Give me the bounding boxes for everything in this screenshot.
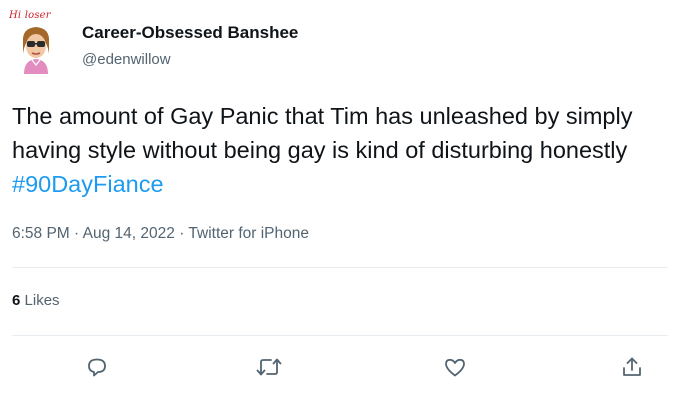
avatar[interactable]: Hi loser — [6, 10, 68, 76]
likes-number: 6 — [12, 292, 21, 309]
share-icon — [623, 357, 641, 376]
retweet-icon — [256, 358, 282, 376]
tweet-meta: 6:58 PM · Aug 14, 2022 · Twitter for iPh… — [12, 225, 309, 243]
divider — [12, 335, 668, 336]
heart-icon — [445, 358, 465, 377]
tweet-date[interactable]: Aug 14, 2022 — [83, 225, 175, 242]
retweet-button[interactable] — [254, 352, 284, 382]
tweet-card: Hi loser Career-Obsessed Banshee @edenwi… — [0, 0, 680, 400]
divider — [12, 267, 668, 268]
meta-separator: · — [174, 225, 189, 242]
reply-button[interactable] — [82, 352, 112, 382]
tweet-text: The amount of Gay Panic that Tim has unl… — [12, 99, 680, 201]
tweet-source[interactable]: Twitter for iPhone — [188, 225, 309, 242]
bitmoji-avatar-icon — [22, 27, 50, 74]
display-name[interactable]: Career-Obsessed Banshee — [82, 23, 298, 43]
meta-separator: · — [69, 225, 83, 242]
hashtag-link[interactable]: #90DayFiance — [12, 171, 164, 197]
reply-icon — [88, 358, 106, 377]
avatar-caption: Hi loser — [9, 10, 51, 21]
user-handle[interactable]: @edenwillow — [82, 51, 171, 68]
like-button[interactable] — [440, 352, 470, 382]
likes-label: Likes — [24, 292, 60, 309]
likes-count[interactable]: 6 Likes — [12, 292, 60, 309]
tweet-body: The amount of Gay Panic that Tim has unl… — [12, 103, 633, 163]
tweet-time[interactable]: 6:58 PM — [12, 225, 70, 242]
share-button[interactable] — [617, 352, 647, 382]
